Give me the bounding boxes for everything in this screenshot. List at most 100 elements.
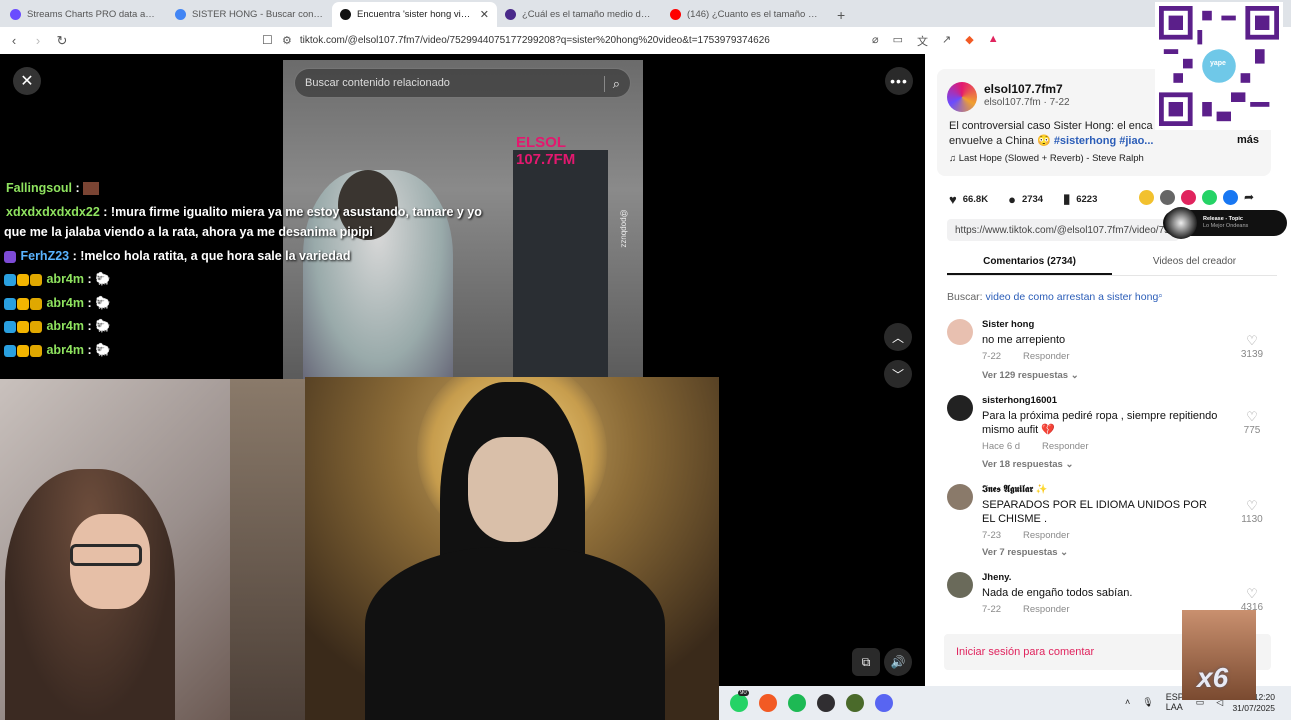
crown-badge-icon — [30, 320, 42, 333]
browser-tab[interactable]: SISTER HONG - Buscar con Google — [167, 2, 332, 27]
forward-icon[interactable]: › — [28, 33, 48, 48]
commenter-name[interactable]: sisterhong16001 — [982, 395, 1057, 406]
search-icon: ⌕ — [1158, 291, 1163, 300]
browser-tab[interactable]: ¿Cuál es el tamaño medio del pene — [497, 2, 662, 27]
rewards-icon[interactable]: ▲ — [988, 33, 999, 49]
commenter-name[interactable]: Sister hong — [982, 319, 1034, 330]
share-icons: ➦ — [1139, 190, 1254, 205]
browser-tab[interactable]: Streams Charts PRO data access - Str — [2, 2, 167, 27]
mini-music-player[interactable]: Release - Topic Lo Mejor Ondeans — [1163, 207, 1287, 239]
tiktok-icon — [340, 9, 351, 20]
heart-outline-icon: ♡ — [1246, 333, 1258, 348]
tab-label: ¿Cuál es el tamaño medio del pene — [522, 9, 654, 20]
like-stat[interactable]: ♥ 66.8K — [949, 192, 988, 207]
hashtag-link[interactable]: #jiao... — [1116, 135, 1153, 147]
video-frame[interactable]: Buscar contenido relacionado ⌕ ELSOL 107… — [283, 60, 643, 384]
music-link[interactable]: ♫ Last Hope (Slowed + Reverb) - Steve Ra… — [949, 153, 1144, 164]
bookmark-icon[interactable]: ☐ — [262, 33, 273, 47]
back-icon[interactable]: ‹ — [4, 33, 24, 48]
commenter-avatar[interactable] — [947, 319, 973, 345]
chat-text: !melco hola ratita, a que hora sale la v… — [76, 249, 351, 263]
author-name[interactable]: elsol107.7fm7 — [984, 82, 1063, 96]
obs-taskbar-icon[interactable] — [817, 694, 835, 712]
spotify-taskbar-icon[interactable] — [788, 694, 806, 712]
author-avatar[interactable] — [947, 82, 977, 112]
one-badge-icon — [17, 320, 29, 333]
more-options-button[interactable]: ••• — [885, 67, 913, 95]
comment-search-suggestion[interactable]: Buscar: video de como arrestan a sister … — [947, 291, 1163, 303]
copy-link-field[interactable]: https://www.tiktok.com/@elsol107.7fm7/vi… — [947, 219, 1179, 241]
browser-tab[interactable]: (146) ¿Cuanto es el tamaño promedi — [662, 2, 827, 27]
share-arrow-icon[interactable]: ➦ — [1244, 190, 1254, 205]
comment-stat[interactable]: ● 2734 — [1008, 192, 1043, 207]
friends-share-icon[interactable] — [1181, 190, 1196, 205]
whatsapp-icon[interactable] — [1202, 190, 1217, 205]
tab-close-icon[interactable]: ✕ — [480, 8, 489, 21]
comment-like[interactable]: ♡ 775 — [1232, 409, 1272, 436]
tab-label: Streams Charts PRO data access - Str — [27, 9, 159, 20]
one-badge-icon — [17, 297, 29, 310]
tab-favicon-icon — [505, 9, 516, 20]
app-taskbar-icon[interactable] — [846, 694, 864, 712]
browser-tab-active[interactable]: Encuentra 'sister hong video' en ✕ — [332, 2, 497, 27]
reply-button[interactable]: Responder — [1042, 441, 1088, 452]
next-video-button[interactable]: ﹀ — [884, 360, 912, 388]
reply-button[interactable]: Responder — [1023, 604, 1069, 615]
search-query-link[interactable]: video de como arrestan a sister hong — [986, 291, 1159, 303]
comment-text: no me arrepiento — [982, 334, 1066, 346]
chat-text: 🐑 — [91, 272, 111, 286]
related-search-input[interactable]: Buscar contenido relacionado ⌕ — [294, 68, 631, 98]
site-settings-icon[interactable]: ⚙ — [282, 34, 292, 47]
chat-emote-icon — [83, 182, 100, 196]
view-replies-button[interactable]: Ver 18 respuestas ⌄ — [982, 459, 1073, 470]
comment-like[interactable]: ♡ 3139 — [1232, 333, 1272, 360]
url-field[interactable]: ⚙ tiktok.com/@elsol107.7fm7/video/752994… — [282, 31, 1152, 50]
crown-badge-icon — [30, 344, 42, 357]
hashtag-link[interactable]: #sisterhong — [1054, 135, 1116, 147]
crown-badge-icon — [30, 273, 42, 286]
translate-icon[interactable]: 文 — [917, 33, 928, 49]
chat-message: abr4m : 🐑 — [4, 296, 111, 311]
brave-taskbar-icon[interactable] — [759, 694, 777, 712]
tab-comments[interactable]: Comentarios (2734) — [947, 252, 1112, 275]
embed-icon[interactable] — [1160, 190, 1175, 205]
microphone-icon[interactable]: 🎙 — [1142, 697, 1153, 708]
facebook-icon[interactable] — [1223, 190, 1238, 205]
search-icon[interactable]: ⌕ — [603, 76, 620, 92]
new-tab-button[interactable]: + — [827, 2, 855, 27]
reply-button[interactable]: Responder — [1023, 530, 1069, 541]
commenter-name[interactable]: 𝕴𝖓𝖊𝖘 𝕬𝖌𝖚𝖎𝖑𝖆𝖗 ✨ — [982, 484, 1048, 495]
view-replies-button[interactable]: Ver 7 respuestas ⌄ — [982, 547, 1068, 558]
cast-icon[interactable]: ▭ — [893, 33, 903, 49]
heart-icon: ♥ — [949, 191, 957, 207]
chevron-up-icon[interactable]: ˄ — [1125, 697, 1130, 707]
tab-creator-videos[interactable]: Videos del creador — [1112, 252, 1277, 275]
volume-button[interactable]: 🔊 — [884, 648, 912, 676]
previous-video-button[interactable]: ︿ — [884, 323, 912, 351]
brave-shield-icon[interactable]: ◆ — [965, 33, 973, 49]
webcam-streamer-glasses — [70, 544, 142, 566]
tracking-icon[interactable]: ⌀ — [872, 33, 879, 49]
pip-button[interactable]: ⧉ — [852, 648, 880, 676]
more-button[interactable]: más — [1237, 134, 1259, 146]
reply-button[interactable]: Responder — [1023, 351, 1069, 362]
address-bar: ‹ › ↻ ☐ ⚙ tiktok.com/@elsol107.7fm7/vide… — [0, 27, 1291, 54]
multiplier-label: x6 — [1197, 662, 1229, 693]
save-stat[interactable]: ▮ 6223 — [1063, 191, 1097, 207]
discord-taskbar-icon[interactable] — [875, 694, 893, 712]
commenter-avatar[interactable] — [947, 572, 973, 598]
chat-username: abr4m — [46, 296, 85, 310]
coin-share-icon[interactable] — [1139, 190, 1154, 205]
share-icon[interactable]: ↗ — [942, 33, 951, 49]
comment-like[interactable]: ♡ 1130 — [1232, 498, 1272, 525]
close-video-button[interactable]: ✕ — [13, 67, 41, 95]
bookmark-icon: ▮ — [1063, 191, 1071, 206]
whatsapp-taskbar-icon[interactable]: 90 — [730, 690, 749, 712]
reload-icon[interactable]: ↻ — [52, 33, 72, 49]
view-replies-button[interactable]: Ver 129 respuestas ⌄ — [982, 370, 1079, 381]
commenter-avatar[interactable] — [947, 395, 973, 421]
video-door — [513, 150, 608, 384]
comment-like[interactable]: ♡ 4316 — [1232, 586, 1272, 613]
commenter-name[interactable]: Jheny. — [982, 572, 1011, 583]
commenter-avatar[interactable] — [947, 484, 973, 510]
